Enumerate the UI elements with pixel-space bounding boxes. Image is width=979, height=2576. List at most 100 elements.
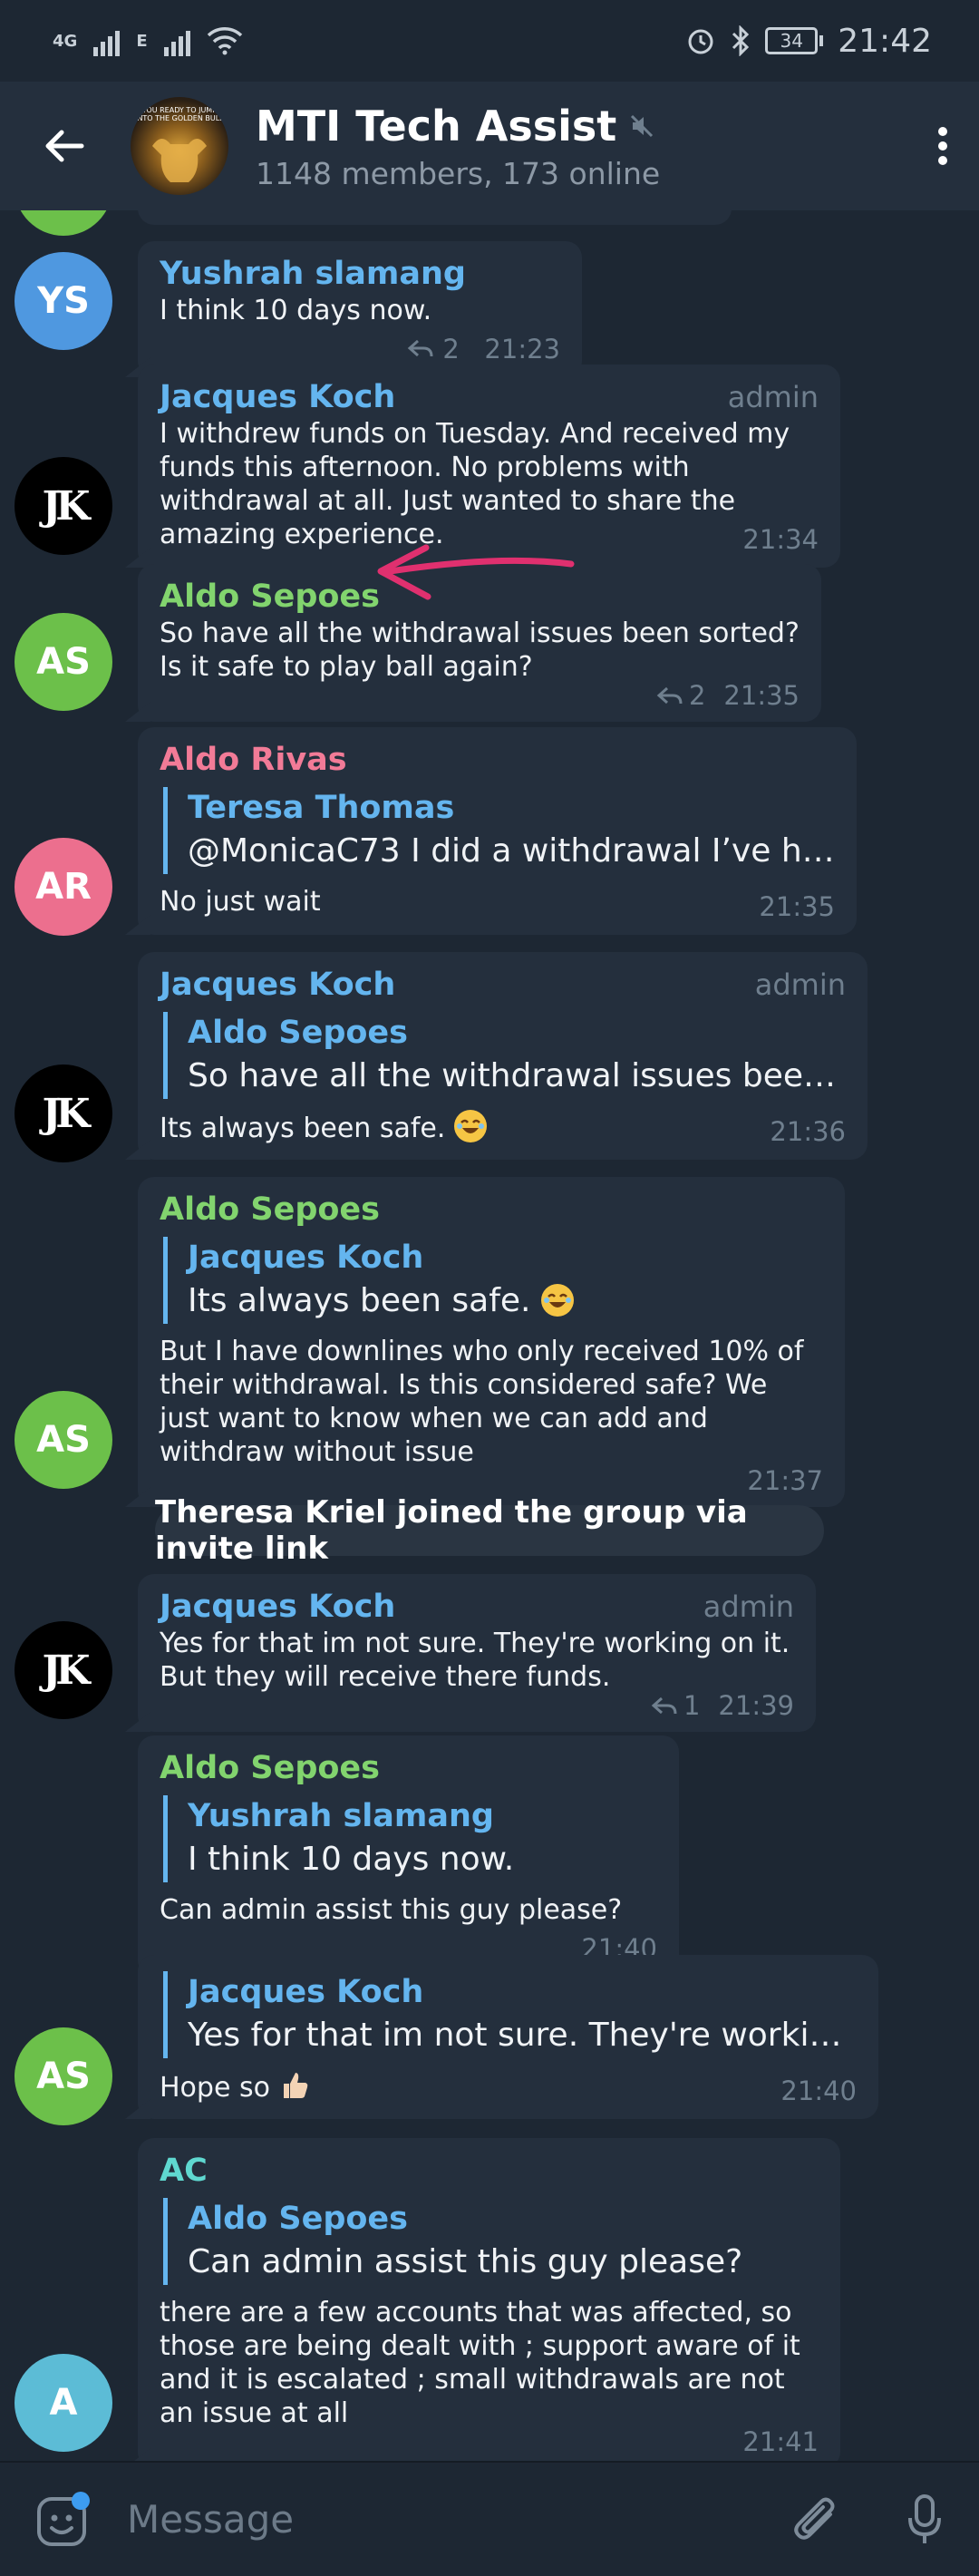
reply-quote[interactable]: Jacques Koch Yes for that im not sure. T… xyxy=(163,1971,857,2058)
chat-title: MTI Tech Assist xyxy=(256,102,906,151)
message-meta: 1 21:39 xyxy=(160,1690,794,1721)
message-input[interactable] xyxy=(127,2497,761,2542)
avatar[interactable]: JK xyxy=(15,457,112,555)
message-list[interactable]: YS Yushrah slamang I think 10 days now. … xyxy=(0,210,979,2461)
reply-quote[interactable]: Aldo Sepoes So have all the withdrawal i… xyxy=(163,1012,846,1099)
sender-name[interactable]: Yushrah slamang xyxy=(160,254,560,294)
reply-count[interactable]: 1 xyxy=(651,1690,700,1721)
reply-quote[interactable]: Yushrah slamang I think 10 days now. xyxy=(163,1795,657,1882)
message-time: 21:36 xyxy=(770,1116,846,1147)
partial-avatar xyxy=(15,210,112,236)
reply-icon xyxy=(651,1696,677,1715)
reply-count-number: 1 xyxy=(683,1690,701,1721)
message-time: 21:40 xyxy=(780,2075,857,2106)
admin-badge: admin xyxy=(727,380,819,414)
attach-button[interactable] xyxy=(761,2493,870,2547)
message-meta: 21:37 xyxy=(160,1465,823,1496)
message-meta: 2 21:23 xyxy=(407,333,560,366)
group-avatar[interactable]: YOU READY TO JUMP ONTO THE GOLDEN BULL? xyxy=(131,97,228,195)
sender-name[interactable]: Jacques Koch admin xyxy=(160,377,819,417)
header-text[interactable]: MTI Tech Assist 1148 members, 173 online xyxy=(256,102,906,191)
chat-header: YOU READY TO JUMP ONTO THE GOLDEN BULL? … xyxy=(0,82,979,210)
muted-icon xyxy=(631,114,654,137)
avatar[interactable]: JK xyxy=(15,1621,112,1719)
message-bubble[interactable]: Yushrah slamang I think 10 days now. 2 2… xyxy=(125,241,582,377)
quote-sender: Jacques Koch xyxy=(188,1239,424,1276)
avatar[interactable]: AS xyxy=(15,2027,112,2125)
message-text: I withdrew funds on Tuesday. And receive… xyxy=(160,417,819,555)
reply-quote[interactable]: Teresa Thomas @MonicaC73 I did a withdra… xyxy=(163,787,835,874)
sender-name-text: Jacques Koch xyxy=(160,1589,396,1625)
voice-record-button[interactable] xyxy=(870,2493,979,2547)
network-type-2: E xyxy=(136,31,148,51)
sender-name-text: Jacques Koch xyxy=(160,379,396,415)
reply-count[interactable]: 2 xyxy=(656,680,705,711)
message-input-bar xyxy=(0,2461,979,2576)
service-message: Theresa Kriel joined the group via invit… xyxy=(155,1494,824,1567)
bubble-tail xyxy=(125,915,150,935)
quote-text: I think 10 days now. xyxy=(188,1841,515,1878)
back-button[interactable] xyxy=(0,82,127,210)
bubble-tail xyxy=(125,2099,150,2119)
message-bubble[interactable]: Jacques Koch admin Aldo Sepoes So have al… xyxy=(125,952,868,1160)
microphone-icon xyxy=(908,2493,941,2543)
sender-name[interactable]: Aldo Rivas xyxy=(160,740,835,780)
message-meta: 21:41 xyxy=(160,2426,819,2457)
bubble-tail xyxy=(125,1712,150,1732)
avatar[interactable]: AR xyxy=(15,838,112,936)
message-text: there are a few accounts that was affect… xyxy=(160,2297,800,2429)
admin-badge: admin xyxy=(703,1589,794,1624)
annotation-arrow-icon xyxy=(377,544,575,600)
avatar[interactable]: JK xyxy=(15,1064,112,1162)
message-body: I think 10 days now. xyxy=(160,295,432,326)
avatar[interactable]: AS xyxy=(15,613,112,711)
bubble-tail xyxy=(125,1487,150,1507)
reply-quote[interactable]: Jacques Koch Its always been safe. xyxy=(163,1237,823,1324)
bubble-tail xyxy=(125,2448,150,2461)
message-body: Can admin assist this guy please? xyxy=(160,1894,623,1926)
sender-name[interactable]: Aldo Sepoes xyxy=(160,1748,657,1788)
quote-sender: Aldo Sepoes xyxy=(188,1015,408,1051)
chat-member-count: 1148 members, 173 online xyxy=(256,155,661,191)
reply-count-number: 2 xyxy=(442,334,460,365)
reply-count[interactable]: 2 xyxy=(407,334,460,365)
reply-quote[interactable]: Aldo Sepoes Can admin assist this guy pl… xyxy=(163,2198,819,2285)
sender-name[interactable]: AC xyxy=(160,2151,819,2191)
avatar[interactable]: AS xyxy=(15,1391,112,1489)
message-bubble[interactable]: Aldo Sepoes Yushrah slamang I think 10 d… xyxy=(138,1735,679,1977)
message-body: No just wait xyxy=(160,886,321,918)
sender-name[interactable]: Jacques Koch admin xyxy=(160,1587,794,1627)
sender-name-text: Aldo Sepoes xyxy=(160,578,380,615)
reply-icon xyxy=(656,686,683,705)
partial-bubble xyxy=(138,210,732,225)
message-bubble[interactable]: Jacques Koch admin Yes for that im not su… xyxy=(125,1574,816,1732)
sender-name-text: Jacques Koch xyxy=(160,967,396,1003)
clock: 21:42 xyxy=(838,22,932,60)
message-bubble[interactable]: Aldo Rivas Teresa Thomas @MonicaC73 I di… xyxy=(125,727,857,935)
battery-icon: 34 xyxy=(765,27,824,54)
message-bubble[interactable]: Aldo Sepoes Jacques Koch Its always been… xyxy=(125,1177,845,1507)
more-options-button[interactable] xyxy=(906,82,979,210)
quote-text: So have all the withdrawal issues been s… xyxy=(188,1057,846,1094)
sender-name-text: Yushrah slamang xyxy=(160,256,466,292)
emoji-button[interactable] xyxy=(0,2491,127,2548)
avatar-initials: JK xyxy=(42,1647,90,1694)
back-arrow-icon xyxy=(45,130,84,162)
avatar[interactable]: A xyxy=(15,2354,112,2452)
bluetooth-icon xyxy=(732,25,750,56)
quote-text: Its always been safe. xyxy=(188,1278,823,1324)
sender-name[interactable]: Aldo Sepoes xyxy=(160,1190,823,1230)
admin-badge: admin xyxy=(754,967,846,1002)
message-bubble[interactable]: Jacques Koch Yes for that im not sure. T… xyxy=(125,1955,878,2119)
group-avatar-text: YOU READY TO JUMP ONTO THE GOLDEN BULL? xyxy=(131,106,228,122)
message-text: Hope so 21:40 xyxy=(160,2069,857,2106)
avatar[interactable]: YS xyxy=(15,252,112,350)
chat-title-text: MTI Tech Assist xyxy=(256,101,617,151)
quote-text: Can admin assist this guy please? xyxy=(188,2243,743,2280)
sender-name[interactable]: Jacques Koch admin xyxy=(160,965,846,1005)
sticker-emoji-icon xyxy=(37,2491,90,2546)
message-bubble[interactable]: AC Aldo Sepoes Can admin assist this guy… xyxy=(125,2138,840,2461)
network-type-1: 4G xyxy=(53,31,78,51)
thumbs-up-emoji-icon xyxy=(278,2069,311,2102)
message-time: 21:39 xyxy=(718,1690,794,1721)
